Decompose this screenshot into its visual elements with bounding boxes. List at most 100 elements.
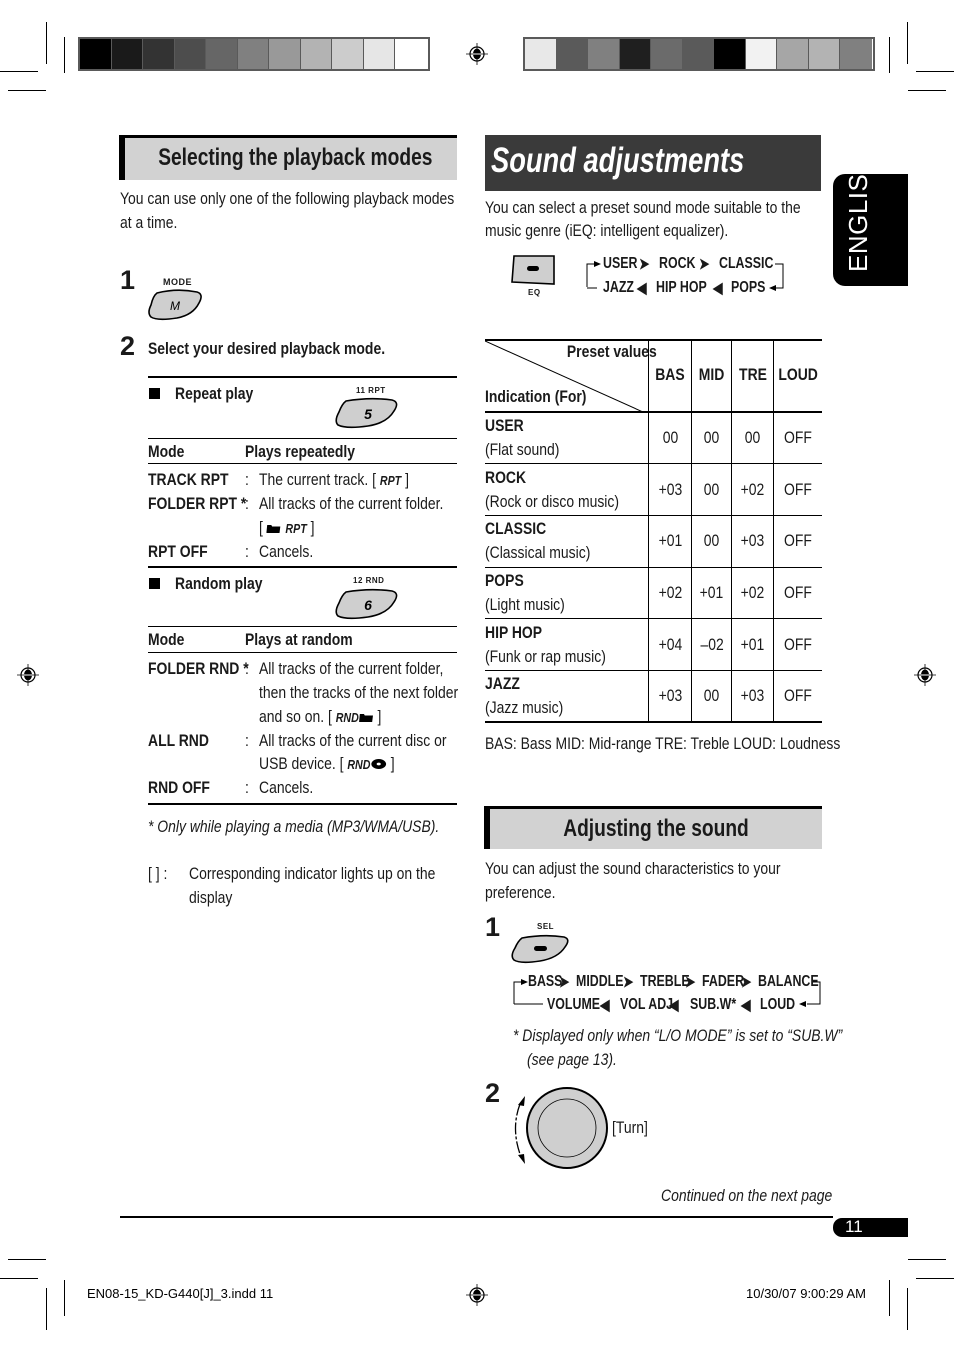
bullet-square-icon bbox=[149, 578, 160, 589]
column-header-description: Plays at random bbox=[245, 630, 353, 649]
preset-value: +01 bbox=[699, 582, 724, 602]
column-header-mode: Mode bbox=[148, 442, 185, 461]
sel-button[interactable] bbox=[510, 934, 570, 964]
crop-mark bbox=[64, 37, 65, 73]
mode-name: RND OFF bbox=[148, 778, 210, 797]
preset-name-cell: HIP HOP (Funk or rap music) bbox=[485, 619, 649, 671]
mode-name: FOLDER RND * bbox=[148, 659, 249, 678]
color-swatch bbox=[269, 39, 301, 69]
bracket-open: [ bbox=[259, 518, 267, 537]
bracket-close: ] bbox=[373, 707, 382, 726]
value-cell-tre: +03 bbox=[731, 670, 774, 723]
separator: : bbox=[245, 659, 249, 678]
color-swatch bbox=[363, 39, 395, 69]
eq-mode-hiphop: HIP HOP bbox=[656, 279, 707, 296]
preset-value: 00 bbox=[662, 428, 679, 448]
value-cell-mid: 00 bbox=[691, 463, 732, 516]
arrow-right-icon: ➤ bbox=[639, 256, 650, 273]
adjust-item-treble: TREBLE bbox=[640, 973, 690, 990]
bracket-note-key: [ ] : bbox=[148, 864, 168, 883]
language-tab-label: ENGLISH bbox=[843, 154, 873, 272]
value-cell-mid: 00 bbox=[691, 515, 732, 568]
color-swatch bbox=[174, 39, 206, 69]
indicator-line: USB device. [ RND ] bbox=[259, 752, 395, 777]
divider bbox=[148, 803, 457, 805]
crop-mark bbox=[8, 1259, 46, 1260]
preset-value: –02 bbox=[700, 634, 724, 654]
crop-mark bbox=[46, 22, 47, 64]
arrow-right-icon: ➤ bbox=[559, 974, 570, 991]
table-row: POPS (Light music) +02 +01 +02 OFF bbox=[485, 567, 822, 619]
divider bbox=[148, 438, 457, 439]
mode-name: TRACK RPT bbox=[148, 470, 229, 489]
mode-description: Cancels. bbox=[259, 542, 314, 561]
value-cell-tre: +01 bbox=[731, 618, 774, 671]
step-number: 2 bbox=[120, 331, 136, 361]
rnd-indicator: RND bbox=[347, 757, 371, 772]
registration-mark-icon bbox=[17, 664, 39, 686]
crop-mark bbox=[908, 1259, 946, 1260]
preset-name: HIP HOP bbox=[485, 622, 543, 642]
step-number: 1 bbox=[120, 265, 136, 295]
crop-mark bbox=[0, 71, 38, 72]
adjust-item-volume: VOLUME bbox=[547, 996, 601, 1013]
bracket-close: ] bbox=[306, 518, 315, 537]
preset-name: CLASSIC bbox=[485, 519, 547, 539]
turn-label: [Turn] bbox=[612, 1118, 648, 1137]
crop-mark bbox=[907, 1288, 908, 1330]
color-swatch bbox=[111, 39, 143, 69]
description-text: USB device. [ bbox=[259, 754, 344, 773]
adjust-item-bass: BASS bbox=[528, 973, 563, 990]
arrow-right-icon: ➤ bbox=[699, 256, 710, 273]
intro-text: You can use only one of the following pl… bbox=[120, 189, 455, 208]
table-row: USER (Flat sound) 00 00 00 OFF bbox=[485, 412, 822, 464]
rnd-indicator: RND bbox=[335, 710, 359, 725]
language-tab: ENGLISH bbox=[833, 154, 908, 286]
color-swatch bbox=[237, 39, 269, 69]
crop-mark bbox=[889, 37, 890, 73]
color-swatch bbox=[300, 39, 332, 69]
preset-values-table: Preset values Indication (For) BAS MID T… bbox=[485, 339, 822, 723]
bracket-close: ] bbox=[401, 470, 409, 489]
color-swatch bbox=[80, 39, 112, 69]
divider bbox=[148, 626, 457, 627]
repeat-play-title: Repeat play bbox=[175, 384, 254, 403]
value-cell-tre: +02 bbox=[731, 567, 774, 619]
preset-value: +03 bbox=[658, 686, 683, 706]
color-bar bbox=[523, 37, 875, 71]
folder-icon bbox=[266, 525, 281, 533]
registration-mark-icon bbox=[466, 1284, 488, 1306]
arrow-left-icon: ◀ bbox=[600, 997, 610, 1014]
value-cell-bas: +03 bbox=[648, 463, 692, 516]
indicator-line: and so on. [ RND ] bbox=[259, 705, 381, 730]
color-swatch bbox=[525, 39, 557, 69]
value-cell-tre: +03 bbox=[731, 515, 774, 568]
mode-button[interactable]: M bbox=[147, 289, 203, 321]
column-header-mode: Mode bbox=[148, 630, 185, 649]
crop-mark bbox=[46, 1288, 47, 1330]
color-swatch bbox=[714, 39, 746, 69]
preset-value: 00 bbox=[704, 686, 720, 706]
description-text: and so on. [ bbox=[259, 707, 332, 726]
eq-button-label: EQ bbox=[528, 288, 541, 297]
mode-description: All tracks of the current disc or bbox=[259, 731, 447, 750]
value-cell-bas: 00 bbox=[648, 412, 692, 464]
mode-description: The current track. [ RPT ] bbox=[259, 468, 409, 493]
value-cell-loud: OFF bbox=[772, 412, 822, 464]
disc-icon bbox=[371, 759, 387, 769]
column-header-loud: LOUD bbox=[778, 365, 818, 384]
eq-mode-jazz: JAZZ bbox=[603, 279, 634, 296]
random-button-6[interactable]: 6 bbox=[334, 588, 400, 620]
crop-mark bbox=[64, 1280, 65, 1316]
slug-filename: EN08-15_KD-G440[J]_3.indd 11 bbox=[87, 1286, 274, 1301]
footer-rule bbox=[120, 1216, 833, 1218]
preset-value: OFF bbox=[783, 686, 812, 706]
column-header-tre: TRE bbox=[738, 365, 767, 384]
preset-name: USER bbox=[485, 416, 524, 436]
eq-button[interactable] bbox=[510, 254, 558, 288]
control-dial[interactable] bbox=[508, 1086, 612, 1172]
repeat-button-5[interactable]: 5 bbox=[334, 397, 400, 429]
column-header: TRE bbox=[731, 339, 774, 412]
value-cell-bas: +02 bbox=[648, 567, 692, 619]
preset-name-cell: USER (Flat sound) bbox=[485, 412, 649, 464]
